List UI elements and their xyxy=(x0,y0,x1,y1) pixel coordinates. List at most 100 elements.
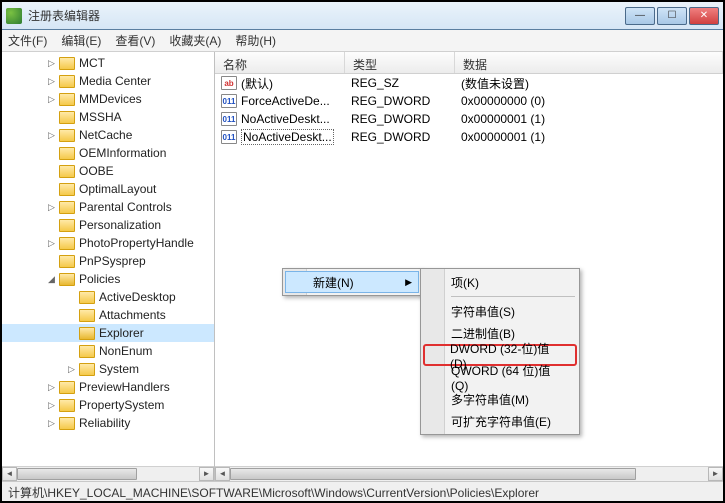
value-name: ForceActiveDe... xyxy=(241,94,330,108)
tree-item[interactable]: Explorer xyxy=(2,324,214,342)
value-name: (默认) xyxy=(241,75,273,92)
ctxmenu-item[interactable]: 可扩充字符串值(E) xyxy=(423,410,577,432)
value-data: 0x00000001 (1) xyxy=(455,130,723,144)
tree-item[interactable]: ▷ PhotoPropertyHandle xyxy=(2,234,214,252)
tree-item-label: OEMInformation xyxy=(79,146,166,160)
tree-toggle-icon[interactable]: ▷ xyxy=(46,202,57,213)
ctxmenu-separator xyxy=(451,296,575,297)
value-type: REG_DWORD xyxy=(345,130,455,144)
folder-icon xyxy=(79,291,95,304)
scroll-left-button[interactable]: ◄ xyxy=(2,467,17,481)
folder-icon xyxy=(59,417,75,430)
ctxmenu-item-new[interactable]: 新建(N) ▶ xyxy=(285,271,419,293)
ctxmenu-item[interactable]: 项(K) xyxy=(423,271,577,293)
tree-toggle-icon[interactable]: ▷ xyxy=(46,94,57,105)
ctxmenu-label: 多字符串值(M) xyxy=(451,391,529,408)
menu-favorites[interactable]: 收藏夹(A) xyxy=(169,32,221,49)
menu-file[interactable]: 文件(F) xyxy=(8,32,47,49)
binary-value-icon: 011 xyxy=(221,94,237,108)
tree-toggle-icon xyxy=(66,346,77,357)
tree-toggle-icon[interactable]: ▷ xyxy=(46,418,57,429)
status-path: 计算机\HKEY_LOCAL_MACHINE\SOFTWARE\Microsof… xyxy=(8,486,539,500)
tree-item[interactable]: OptimalLayout xyxy=(2,180,214,198)
ctxmenu-item[interactable]: QWORD (64 位)值(Q) xyxy=(423,366,577,388)
close-button[interactable]: ✕ xyxy=(689,7,719,25)
value-data: (数值未设置) xyxy=(455,75,723,92)
scroll-thumb[interactable] xyxy=(17,468,137,480)
menu-view[interactable]: 查看(V) xyxy=(115,32,155,49)
col-header-name[interactable]: 名称 xyxy=(215,52,345,73)
folder-icon xyxy=(59,165,75,178)
list-rows: ab(默认)REG_SZ(数值未设置) 011 ForceActiveDe... RE… xyxy=(215,74,723,146)
tree-toggle-icon xyxy=(46,184,57,195)
menu-help[interactable]: 帮助(H) xyxy=(235,32,276,49)
ctxmenu-item[interactable]: 字符串值(S) xyxy=(423,300,577,322)
col-header-data[interactable]: 数据 xyxy=(455,52,723,73)
tree-item[interactable]: ▷PropertySystem xyxy=(2,396,214,414)
tree-toggle-icon[interactable]: ▷ xyxy=(46,58,57,69)
tree-item[interactable]: ▷MMDevices xyxy=(2,90,214,108)
value-name: NoActiveDeskt... xyxy=(241,112,330,126)
list-hscrollbar[interactable]: ◄ ► xyxy=(215,466,723,481)
tree-item-label: ActiveDesktop xyxy=(99,290,176,304)
maximize-button[interactable]: ☐ xyxy=(657,7,687,25)
tree-toggle-icon[interactable]: ▷ xyxy=(46,130,57,141)
tree-item[interactable]: ▷ Parental Controls xyxy=(2,198,214,216)
tree-item[interactable]: ActiveDesktop xyxy=(2,288,214,306)
list-row[interactable]: 011ForceActiveDe...REG_DWORD0x00000000 (… xyxy=(215,92,723,110)
tree-item-label: Parental Controls xyxy=(79,200,172,214)
tree-item[interactable]: OEMInformation xyxy=(2,144,214,162)
tree-item[interactable]: Personalization xyxy=(2,216,214,234)
tree-item[interactable]: NonEnum xyxy=(2,342,214,360)
scroll-track[interactable] xyxy=(230,467,708,481)
tree-toggle-icon[interactable]: ◢ xyxy=(46,274,57,285)
list-row[interactable]: ab(默认)REG_SZ(数值未设置) xyxy=(215,74,723,92)
tree-toggle-icon xyxy=(46,112,57,123)
tree-item[interactable]: PnPSysprep xyxy=(2,252,214,270)
tree-item[interactable]: ▷Reliability xyxy=(2,414,214,432)
tree-item[interactable]: ▷Media Center xyxy=(2,72,214,90)
value-type: REG_DWORD xyxy=(345,94,455,108)
folder-icon xyxy=(59,111,75,124)
scroll-right-button[interactable]: ► xyxy=(199,467,214,481)
tree-hscrollbar[interactable]: ◄ ► xyxy=(2,466,214,481)
tree-item-label: MCT xyxy=(79,56,105,70)
list-header: 名称 类型 数据 xyxy=(215,52,723,74)
ctxmenu-label: 新建(N) xyxy=(313,274,354,291)
tree-item[interactable]: ▷PreviewHandlers xyxy=(2,378,214,396)
tree-toggle-icon[interactable]: ▷ xyxy=(46,382,57,393)
scroll-thumb[interactable] xyxy=(230,468,636,480)
list-row[interactable]: 011NoActiveDeskt...REG_DWORD0x00000001 (… xyxy=(215,110,723,128)
scroll-track[interactable] xyxy=(17,467,199,481)
binary-value-icon: 011 xyxy=(221,112,237,126)
tree-item-label: NetCache xyxy=(79,128,132,142)
tree-item[interactable]: OOBE xyxy=(2,162,214,180)
tree-item-label: Personalization xyxy=(79,218,161,232)
window-title: 注册表编辑器 xyxy=(28,7,625,24)
tree-item[interactable]: ◢Policies xyxy=(2,270,214,288)
tree-item[interactable]: ▷System xyxy=(2,360,214,378)
col-header-type[interactable]: 类型 xyxy=(345,52,455,73)
tree-content: ▷ MCT ▷Media Center▷MMDevicesMSSHA ▷ NetCach… xyxy=(2,52,214,466)
statusbar: 计算机\HKEY_LOCAL_MACHINE\SOFTWARE\Microsof… xyxy=(2,481,723,501)
tree-toggle-icon[interactable]: ▷ xyxy=(46,400,57,411)
value-data: 0x00000001 (1) xyxy=(455,112,723,126)
menu-edit[interactable]: 编辑(E) xyxy=(61,32,101,49)
menubar: 文件(F) 编辑(E) 查看(V) 收藏夹(A) 帮助(H) xyxy=(2,30,723,52)
tree-toggle-icon[interactable]: ▷ xyxy=(46,238,57,249)
list-row[interactable]: 011NoActiveDeskt...REG_DWORD0x00000001 (… xyxy=(215,128,723,146)
tree-toggle-icon[interactable]: ▷ xyxy=(46,76,57,87)
scroll-left-button[interactable]: ◄ xyxy=(215,467,230,481)
tree-toggle-icon[interactable]: ▷ xyxy=(66,364,77,375)
ctxmenu-item[interactable]: 多字符串值(M) xyxy=(423,388,577,410)
tree-item[interactable]: MSSHA xyxy=(2,108,214,126)
tree-item[interactable]: Attachments xyxy=(2,306,214,324)
folder-icon xyxy=(59,183,75,196)
tree-toggle-icon xyxy=(46,220,57,231)
tree-item-label: PhotoPropertyHandle xyxy=(79,236,194,250)
tree-item[interactable]: ▷ NetCache xyxy=(2,126,214,144)
tree-toggle-icon xyxy=(66,328,77,339)
tree-item[interactable]: ▷ MCT xyxy=(2,54,214,72)
scroll-right-button[interactable]: ► xyxy=(708,467,723,481)
minimize-button[interactable]: — xyxy=(625,7,655,25)
